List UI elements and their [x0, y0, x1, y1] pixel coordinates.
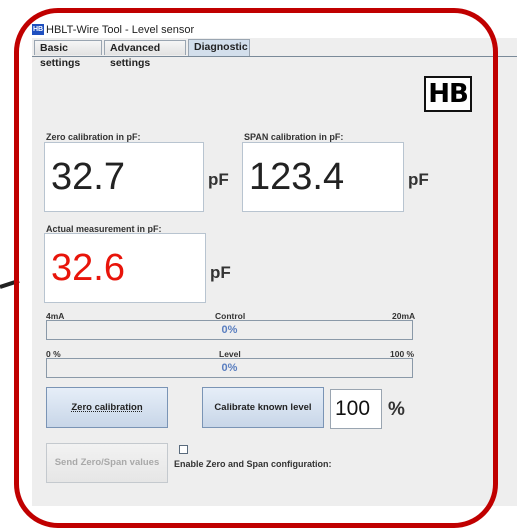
zero-calibration-unit: pF [208, 170, 229, 189]
calibrate-known-level-button[interactable]: Calibrate known level [202, 387, 324, 428]
control-progress-bar: 0% [46, 320, 413, 340]
app-icon: HB [32, 24, 44, 35]
known-level-unit: % [388, 399, 405, 420]
tab-diagnostic[interactable]: Diagnostic [188, 39, 250, 56]
window-title: HBLT-Wire Tool - Level sensor [46, 24, 195, 36]
span-calibration-unit: pF [408, 170, 429, 189]
title-bar: HB HBLT-Wire Tool - Level sensor [32, 22, 517, 38]
tab-basic-settings[interactable]: Basic settings [34, 40, 102, 69]
send-zero-span-button[interactable]: Send Zero/Span values [46, 443, 168, 483]
tab-advanced-settings[interactable]: Advanced settings [104, 40, 186, 69]
zero-calibration-value: 32.7 [44, 142, 204, 212]
enable-config-label: Enable Zero and Span configuration: [174, 459, 332, 469]
actual-measurement-unit: pF [210, 263, 231, 282]
zero-calibration-button[interactable]: Zero calibration [46, 387, 168, 428]
control-progress-value: 0% [221, 324, 238, 336]
level-progress-bar: 0% [46, 358, 413, 378]
span-calibration-label: SPAN calibration in pF: [244, 132, 344, 142]
zero-calibration-button-label: Zero calibration [71, 402, 143, 413]
zero-calibration-label: Zero calibration in pF: [46, 132, 141, 142]
span-calibration-value: 123.4 [242, 142, 404, 212]
enable-config-checkbox[interactable] [179, 445, 188, 454]
actual-measurement-value: 32.6 [44, 233, 206, 303]
tab-bar: Basic settings Advanced settings Diagnos… [32, 39, 517, 69]
app-window: HB HBLT-Wire Tool - Level sensor Basic s… [32, 22, 517, 506]
hb-logo: HB [424, 76, 472, 112]
known-level-input[interactable]: 100 [330, 389, 382, 429]
level-progress-value: 0% [221, 362, 238, 374]
annotation-arrow [0, 278, 20, 289]
